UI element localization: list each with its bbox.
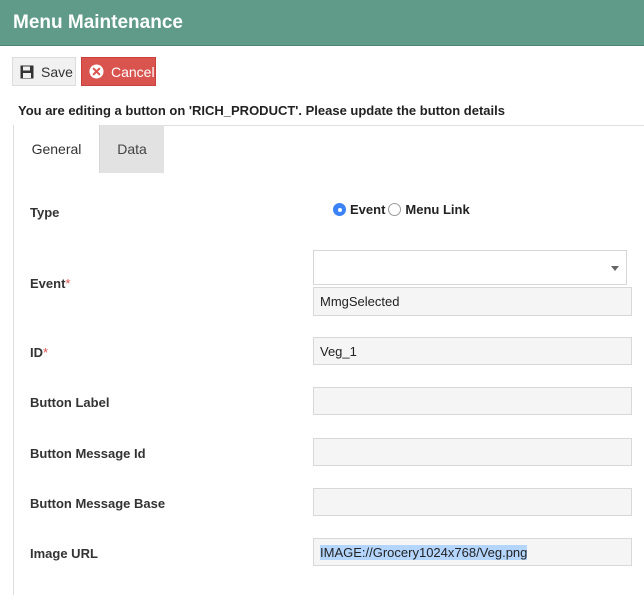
type-radio-group: Event Menu Link [333,202,473,217]
page-title: Menu Maintenance [13,12,183,33]
event-label: Event* [30,276,70,291]
event-field[interactable]: MmgSelected [313,287,632,316]
button-message-base-field[interactable] [313,488,632,516]
type-label: Type [30,205,60,220]
event-radio-label[interactable]: Event [350,202,385,217]
button-message-id-field[interactable] [313,438,632,466]
button-message-base-label: Button Message Base [30,496,166,511]
event-label-text: Event [30,276,66,291]
event-radio[interactable] [333,203,346,216]
title-bar: Menu Maintenance [0,0,644,46]
id-field[interactable]: Veg_1 [313,337,632,365]
menu-link-radio-label[interactable]: Menu Link [405,202,469,217]
save-icon [20,65,34,79]
id-label: ID* [30,345,48,360]
image-url-field[interactable]: IMAGE://Grocery1024x768/Veg.png [313,538,632,566]
button-label-label: Button Label [30,395,110,410]
save-button-label: Save [41,63,73,80]
tab-general[interactable]: General [14,125,99,173]
event-select[interactable] [313,250,627,285]
button-label-field[interactable] [313,387,632,415]
id-label-text: ID [30,345,43,360]
chevron-down-icon [611,266,619,271]
button-message-id-label: Button Message Id [30,446,146,461]
edit-notice: You are editing a button on 'RICH_PRODUC… [18,103,505,118]
cancel-button-label: Cancel [111,63,155,80]
tab-data[interactable]: Data [99,125,164,173]
image-url-value: IMAGE://Grocery1024x768/Veg.png [320,544,528,560]
save-button[interactable]: Save [12,57,76,86]
cancel-icon [89,64,104,79]
required-mark: * [65,276,71,291]
image-url-label: Image URL [30,546,98,561]
required-mark: * [43,345,49,360]
menu-link-radio[interactable] [388,203,402,216]
cancel-button[interactable]: Cancel [81,57,156,86]
